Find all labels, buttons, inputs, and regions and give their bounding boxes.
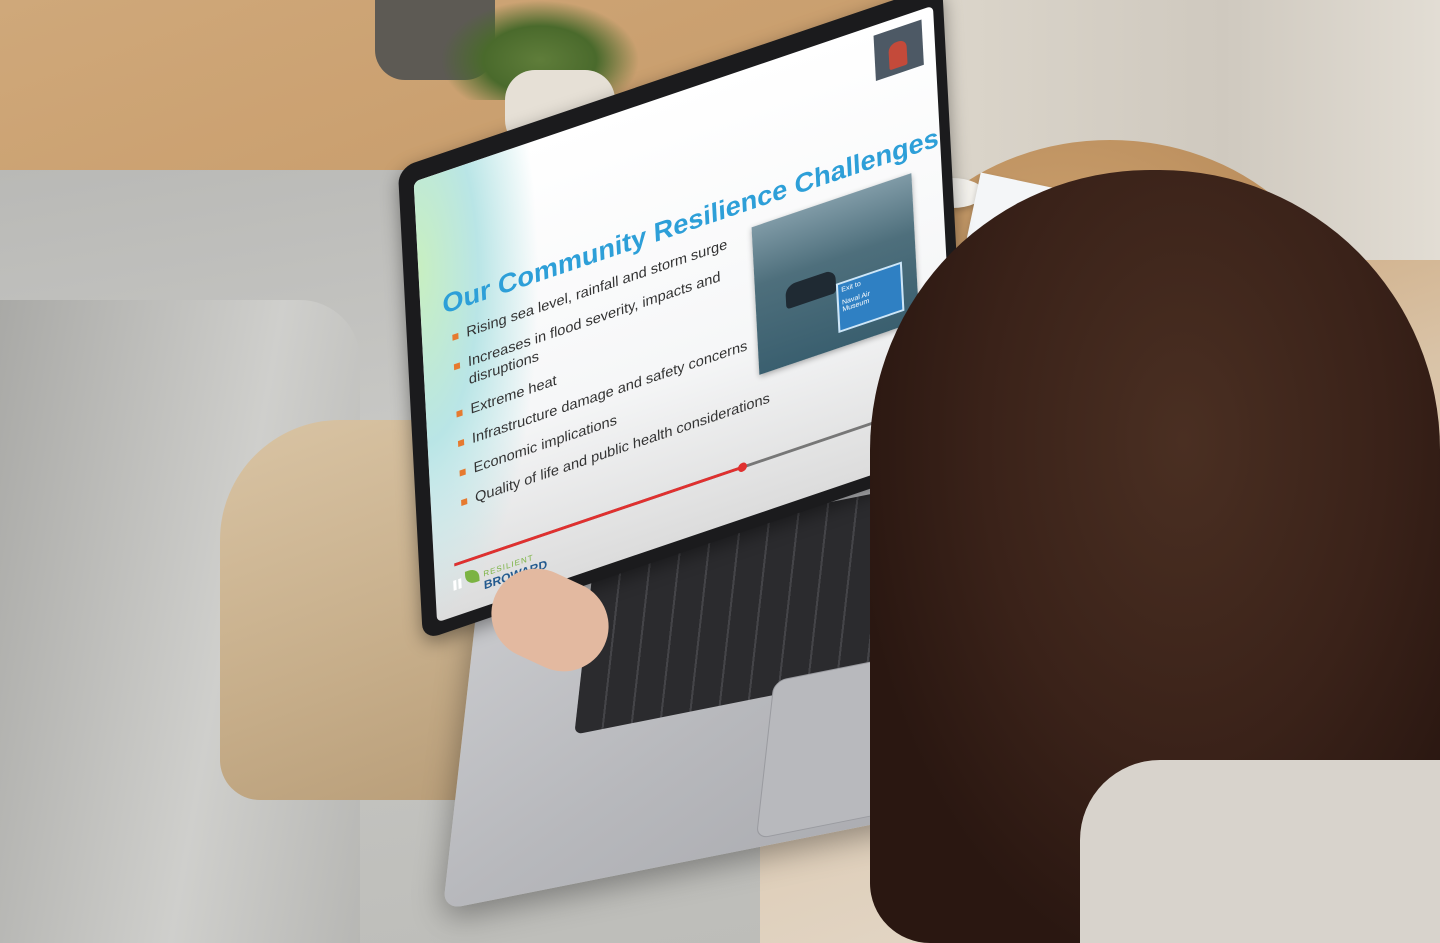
leaf-icon [464,566,480,586]
flooded-car [785,269,837,310]
photo-scene: Our Community Resilience Challenges Risi… [0,0,1440,943]
video-progress-knob[interactable] [737,461,748,474]
presenter-video [888,38,908,71]
webcam-tile [873,19,924,82]
road-sign: Exit to Naval Air Museum [835,261,905,334]
person-shirt [1080,760,1440,943]
